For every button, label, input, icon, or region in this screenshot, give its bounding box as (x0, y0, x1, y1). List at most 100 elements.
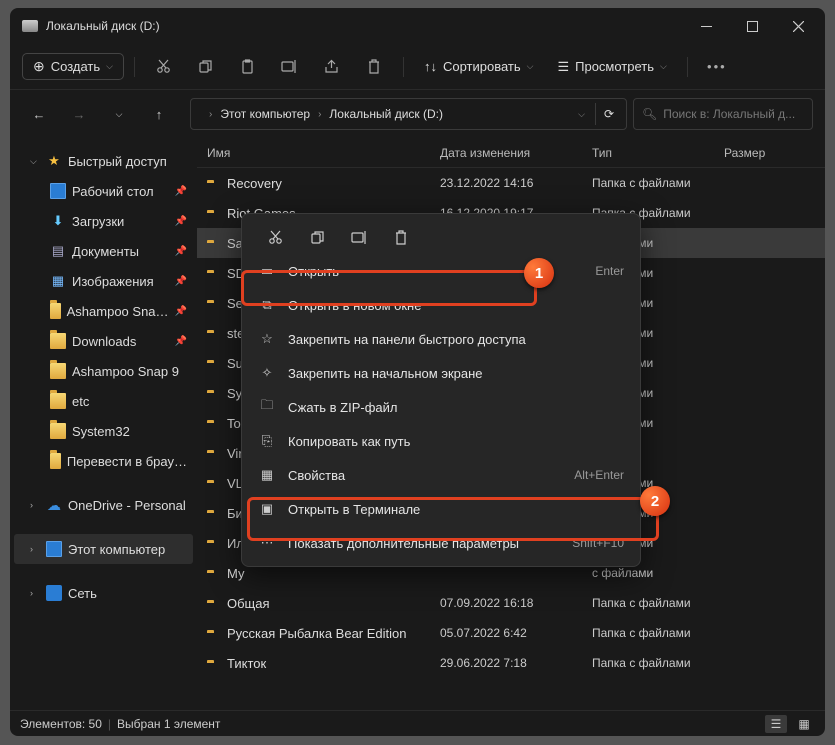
sidebar-this-pc[interactable]: ›Этот компьютер (14, 534, 193, 564)
recent-button[interactable]: ⌵ (102, 97, 136, 131)
new-button[interactable]: ⊕ Создать ⌵ (22, 53, 124, 80)
more-icon: ⋯ (258, 535, 276, 551)
open-icon: ▭ (258, 263, 276, 279)
ctx-zip[interactable]: 🗀Сжать в ZIP-файл (248, 390, 634, 424)
folder-icon (50, 363, 66, 379)
address-bar[interactable]: › Этот компьютер › Локальный диск (D:) ⌵… (190, 98, 627, 130)
sidebar-downloads[interactable]: ⬇Загрузки📌 (14, 206, 193, 236)
sidebar-onedrive[interactable]: ›☁OneDrive - Personal (14, 490, 193, 520)
minimize-button[interactable] (683, 8, 729, 44)
folder-row[interactable]: Общая07.09.2022 16:18Папка с файлами (197, 588, 825, 618)
search-input[interactable]: 🔍︎ Поиск в: Локальный д... (633, 98, 813, 130)
titlebar: Локальный диск (D:) (10, 8, 825, 44)
file-type: Папка с файлами (592, 176, 724, 190)
star-icon: ★ (46, 153, 62, 169)
sidebar-pictures[interactable]: ▦Изображения📌 (14, 266, 193, 296)
maximize-button[interactable] (729, 8, 775, 44)
window-icon: ⧉ (258, 297, 276, 313)
folder-icon (50, 333, 66, 349)
col-date[interactable]: Дата изменения (440, 146, 592, 160)
delete-button[interactable] (355, 50, 393, 84)
folder-row[interactable]: Русская Рыбалка Bear Edition05.07.2022 6… (197, 618, 825, 648)
copy-button[interactable] (296, 222, 338, 252)
star-icon: ☆ (258, 331, 276, 347)
window-title: Локальный диск (D:) (46, 19, 683, 33)
crumb[interactable]: Локальный диск (D:) (329, 107, 443, 121)
ctx-terminal[interactable]: ▣Открыть в Терминале (248, 492, 634, 526)
ctx-more[interactable]: ⋯Показать дополнительные параметрыShift+… (248, 526, 634, 560)
selection-count: Выбран 1 элемент (117, 717, 220, 731)
sidebar-item[interactable]: Перевести в брау… (14, 446, 193, 476)
file-type: Папка с файлами (592, 626, 724, 640)
more-button[interactable]: ••• (698, 50, 736, 84)
sidebar-desktop[interactable]: Рабочий стол📌 (14, 176, 193, 206)
ctx-open[interactable]: ▭ОткрытьEnter (248, 254, 634, 288)
pin-icon: 📌 (175, 306, 187, 317)
col-name[interactable]: Имя (207, 146, 440, 160)
file-name: Тикток (227, 656, 440, 671)
sort-button[interactable]: ↑↓ Сортировать ⌵ (414, 50, 544, 84)
up-button[interactable]: ↑ (142, 97, 176, 131)
context-menu: ▭ОткрытьEnter ⧉Открыть в новом окне ☆Зак… (241, 213, 641, 567)
sort-icon: ↑↓ (424, 59, 437, 74)
refresh-button[interactable]: ⟳ (595, 103, 622, 125)
desktop-icon (50, 183, 66, 199)
pin-icon: 📌 (175, 276, 187, 287)
pc-icon (46, 541, 62, 557)
file-date: 29.06.2022 7:18 (440, 656, 592, 670)
sidebar-quick-access[interactable]: ⌵★Быстрый доступ (14, 146, 193, 176)
close-button[interactable] (775, 8, 821, 44)
ctx-properties[interactable]: ▦СвойстваAlt+Enter (248, 458, 634, 492)
col-type[interactable]: Тип (592, 146, 724, 160)
crumb[interactable]: Этот компьютер (220, 107, 310, 121)
file-type: Папка с файлами (592, 656, 724, 670)
rename-button[interactable] (338, 222, 380, 252)
pin-icon: 📌 (175, 246, 187, 257)
sidebar-network[interactable]: ›Сеть (14, 578, 193, 608)
cut-button[interactable] (145, 50, 183, 84)
copypath-icon: ⎘ (258, 433, 276, 449)
col-size[interactable]: Размер (724, 146, 825, 160)
folder-row[interactable]: Recovery23.12.2022 14:16Папка с файлами (197, 168, 825, 198)
file-date: 23.12.2022 14:16 (440, 176, 592, 190)
ctx-pin-quick[interactable]: ☆Закрепить на панели быстрого доступа (248, 322, 634, 356)
status-bar: Элементов: 50 | Выбран 1 элемент ☰ ▦ (10, 710, 825, 736)
ctx-open-new-window[interactable]: ⧉Открыть в новом окне (248, 288, 634, 322)
sidebar-documents[interactable]: ▤Документы📌 (14, 236, 193, 266)
ellipsis-icon: ••• (707, 59, 727, 74)
sidebar-item[interactable]: Ashampoo Sna…📌 (14, 296, 193, 326)
copy-button[interactable] (187, 50, 225, 84)
ctx-pin-start[interactable]: ✧Закрепить на начальном экране (248, 356, 634, 390)
share-button[interactable] (313, 50, 351, 84)
sidebar-item[interactable]: Ashampoo Snap 9 (14, 356, 193, 386)
rename-button[interactable] (271, 50, 309, 84)
ctx-copy-path[interactable]: ⎘Копировать как путь (248, 424, 634, 458)
details-view-button[interactable]: ☰ (765, 715, 787, 733)
chevron-down-icon[interactable]: ⌵ (572, 103, 591, 126)
back-button[interactable]: ← (22, 97, 56, 131)
pin-icon: 📌 (175, 336, 187, 347)
forward-button[interactable]: → (62, 97, 96, 131)
file-name: Му (227, 566, 440, 581)
file-type: Папка с файлами (592, 596, 724, 610)
explorer-window: Локальный диск (D:) ⊕ Создать ⌵ ↑↓ Сорти… (10, 8, 825, 736)
sidebar-item[interactable]: System32 (14, 416, 193, 446)
disk-icon (22, 20, 38, 32)
document-icon: ▤ (50, 243, 66, 259)
sidebar-item[interactable]: etc (14, 386, 193, 416)
search-icon: 🔍︎ (642, 107, 657, 121)
cut-button[interactable] (254, 222, 296, 252)
paste-button[interactable] (229, 50, 267, 84)
file-name: Общая (227, 596, 440, 611)
folder-icon (50, 423, 66, 439)
column-headers: Имя Дата изменения Тип Размер (197, 138, 825, 168)
toolbar: ⊕ Создать ⌵ ↑↓ Сортировать ⌵ ☰ Просмотре… (10, 44, 825, 90)
icons-view-button[interactable]: ▦ (793, 715, 815, 733)
pin-icon: ✧ (258, 365, 276, 381)
file-date: 05.07.2022 6:42 (440, 626, 592, 640)
view-button[interactable]: ☰ Просмотреть ⌵ (547, 50, 676, 84)
folder-row[interactable]: Тикток29.06.2022 7:18Папка с файлами (197, 648, 825, 678)
delete-button[interactable] (380, 222, 422, 252)
sidebar-item[interactable]: Downloads📌 (14, 326, 193, 356)
annotation-marker: 1 (524, 258, 554, 288)
